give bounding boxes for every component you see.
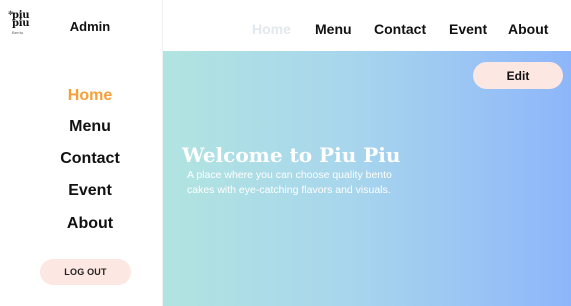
hero-description: A place where you can choose quality ben…: [187, 169, 392, 196]
sidebar-item-event[interactable]: Event: [0, 182, 180, 200]
sidebar-item-contact[interactable]: Contact: [0, 150, 180, 168]
logo-text-line2: piu: [12, 18, 30, 29]
logo-tagline: Bento: [12, 30, 24, 35]
sidebar-item-about[interactable]: About: [0, 215, 180, 233]
sparkle-icon: ✻: [8, 11, 14, 17]
hero-banner: Edit Welcome to Piu Piu A place where yo…: [163, 51, 571, 306]
sidebar-item-home[interactable]: Home: [0, 87, 180, 105]
top-nav-contact[interactable]: Contact: [374, 21, 426, 37]
hero-title: Welcome to Piu Piu: [182, 143, 401, 167]
top-nav-menu[interactable]: Menu: [315, 21, 352, 37]
top-nav-home[interactable]: Home: [252, 21, 291, 37]
brand-logo[interactable]: ✻ piu piu Bento: [8, 11, 40, 42]
top-nav-event[interactable]: Event: [449, 21, 487, 37]
top-nav-about[interactable]: About: [508, 21, 548, 37]
sidebar-item-menu[interactable]: Menu: [0, 118, 180, 136]
sidebar: ✻ piu piu Bento Admin Home Menu Contact …: [0, 0, 163, 306]
logout-button[interactable]: LOG OUT: [40, 259, 131, 285]
edit-button[interactable]: Edit: [473, 62, 563, 89]
admin-label: Admin: [69, 19, 111, 34]
top-nav: Home Menu Contact Event About: [163, 10, 571, 51]
